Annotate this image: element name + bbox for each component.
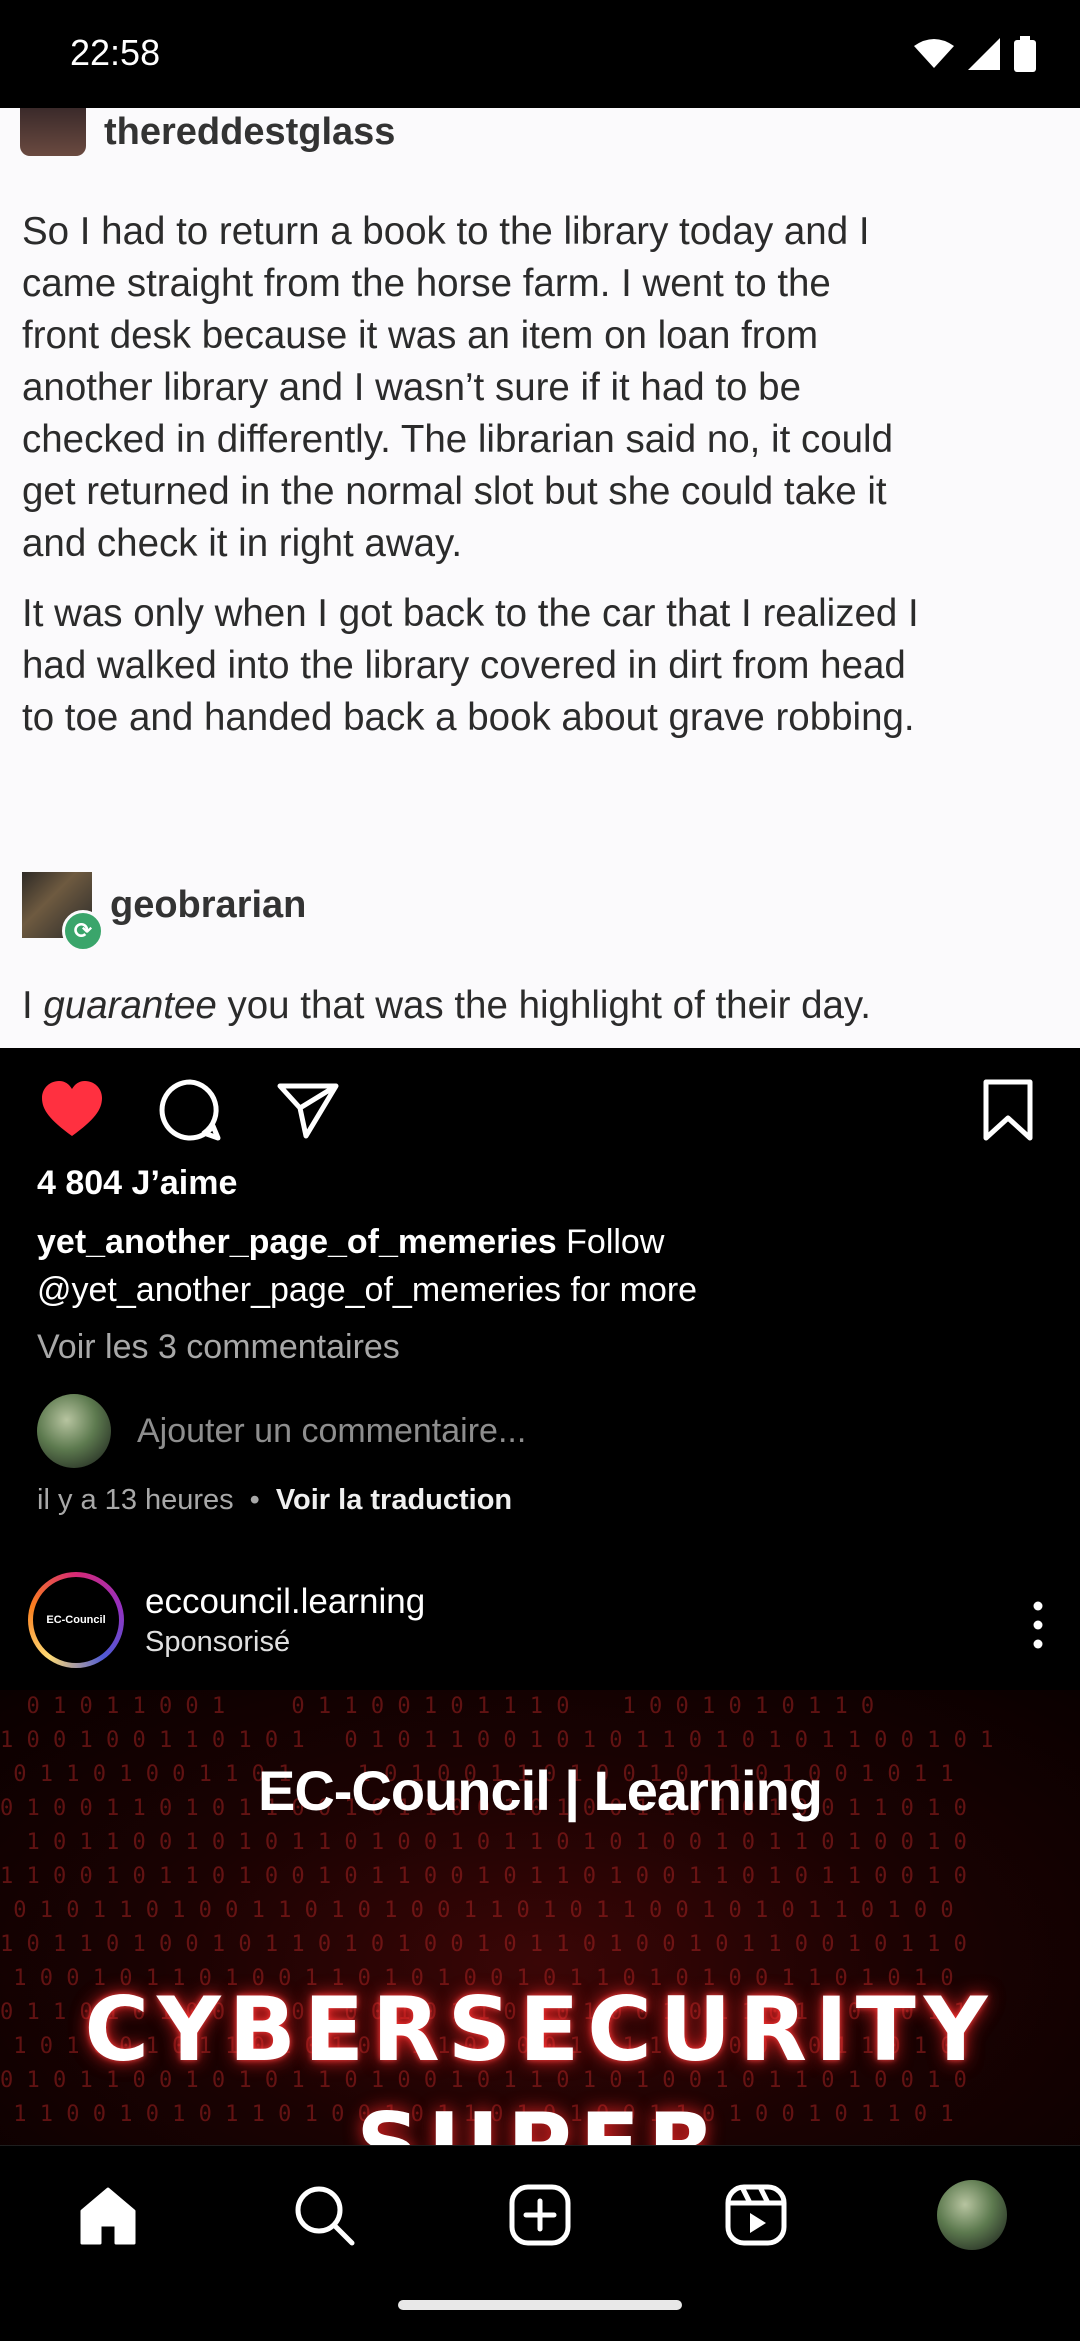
op-line: and check it in right away. [22,522,463,565]
status-time: 22:58 [70,32,161,73]
post-image[interactable]: thereddestglass So I had to return a boo… [0,108,1080,1048]
avatar [37,1394,111,1468]
signal-icon [968,38,1000,70]
ad-headline-2: SUPER [0,2094,1080,2145]
op-avatar [20,108,86,156]
sponsor-username[interactable]: eccouncil.learning [145,1582,425,1622]
op-line: another library and I wasn’t sure if it … [22,366,801,409]
reblog-username: geobrarian [110,883,307,926]
reblog-avatar: ⟳ [22,872,104,952]
sponsor-avatar: EC-Council [33,1577,119,1663]
sponsored-header: EC-Council eccouncil.learning Sponsorisé [0,1570,1080,1690]
home-indicator[interactable] [398,2300,682,2310]
ad-image[interactable]: 0 1 0 1 1 0 0 1 0 1 1 0 0 1 0 1 1 1 0 1 … [0,1690,1080,2145]
sponsored-label: Sponsorisé [145,1626,291,1658]
op-line: front desk because it was an item on loa… [22,314,819,357]
add-comment-row[interactable]: Ajouter un commentaire... [37,1394,526,1468]
nav-profile[interactable] [937,2180,1007,2250]
ad-headline: CYBERSECURITY [84,1978,996,2081]
reblog-text: I guarantee you that was the highlight o… [22,980,1062,1032]
post-actions [0,1048,1080,1168]
view-comments-link[interactable]: Voir les 3 commentaires [37,1328,400,1367]
op-line: get returned in the normal slot but she … [22,470,887,513]
op-line: It was only when I got back to the car t… [22,592,919,635]
profile-avatar [937,2180,1007,2250]
op-line: had walked into the library covered in d… [22,644,906,687]
post-timestamp: il y a 13 heures [37,1484,234,1516]
caption-username[interactable]: yet_another_page_of_memeries [37,1223,557,1261]
bookmark-icon[interactable] [976,1078,1040,1142]
nav-reels[interactable] [721,2180,791,2250]
post-meta: il y a 13 heures • Voir la traduction [37,1484,512,1517]
op-paragraph-2: It was only when I got back to the car t… [22,588,1062,744]
reblog-user: ⟳ geobrarian [22,872,307,952]
reels-icon [725,2184,787,2246]
meta-separator: • [249,1484,260,1516]
nav-create[interactable] [505,2180,575,2250]
add-comment-input[interactable]: Ajouter un commentaire... [137,1412,526,1451]
wifi-icon [914,39,954,68]
op-line: checked in differently. The librarian sa… [22,418,894,461]
op-paragraph-1: So I had to return a book to the library… [22,206,1062,570]
reblog-text-suffix: you that was the highlight of their day. [216,984,872,1027]
battery-icon [1014,36,1036,72]
send-icon[interactable] [276,1078,340,1142]
reblog-text-emphasis: guarantee [43,984,217,1027]
status-bar: 22:58 [0,0,1080,108]
translate-link[interactable]: Voir la traduction [276,1484,512,1517]
nav-home[interactable] [73,2180,143,2250]
op-line: came straight from the horse farm. I wen… [22,262,831,305]
op-line: to toe and handed back a book about grav… [22,696,915,739]
story-ring[interactable]: EC-Council [28,1572,124,1668]
reblog-text-prefix: I [22,984,44,1027]
create-icon [509,2184,571,2246]
more-vertical-icon[interactable] [1026,1600,1050,1650]
heart-icon[interactable] [40,1078,104,1142]
ad-brand: EC-Council | Learning [257,1759,823,1822]
bottom-nav [0,2145,1080,2341]
op-user: thereddestglass [20,108,395,156]
post-caption: yet_another_page_of_memeries Follow @yet… [37,1218,1037,1314]
status-icons [914,34,1036,74]
reblog-icon: ⟳ [62,910,104,952]
op-username: thereddestglass [104,110,396,153]
op-line: So I had to return a book to the library… [22,210,870,253]
search-icon [295,2186,355,2246]
nav-search[interactable] [289,2180,359,2250]
like-count[interactable]: 4 804 J’aime [37,1164,237,1203]
comment-icon[interactable] [158,1078,222,1142]
home-icon [80,2187,136,2245]
